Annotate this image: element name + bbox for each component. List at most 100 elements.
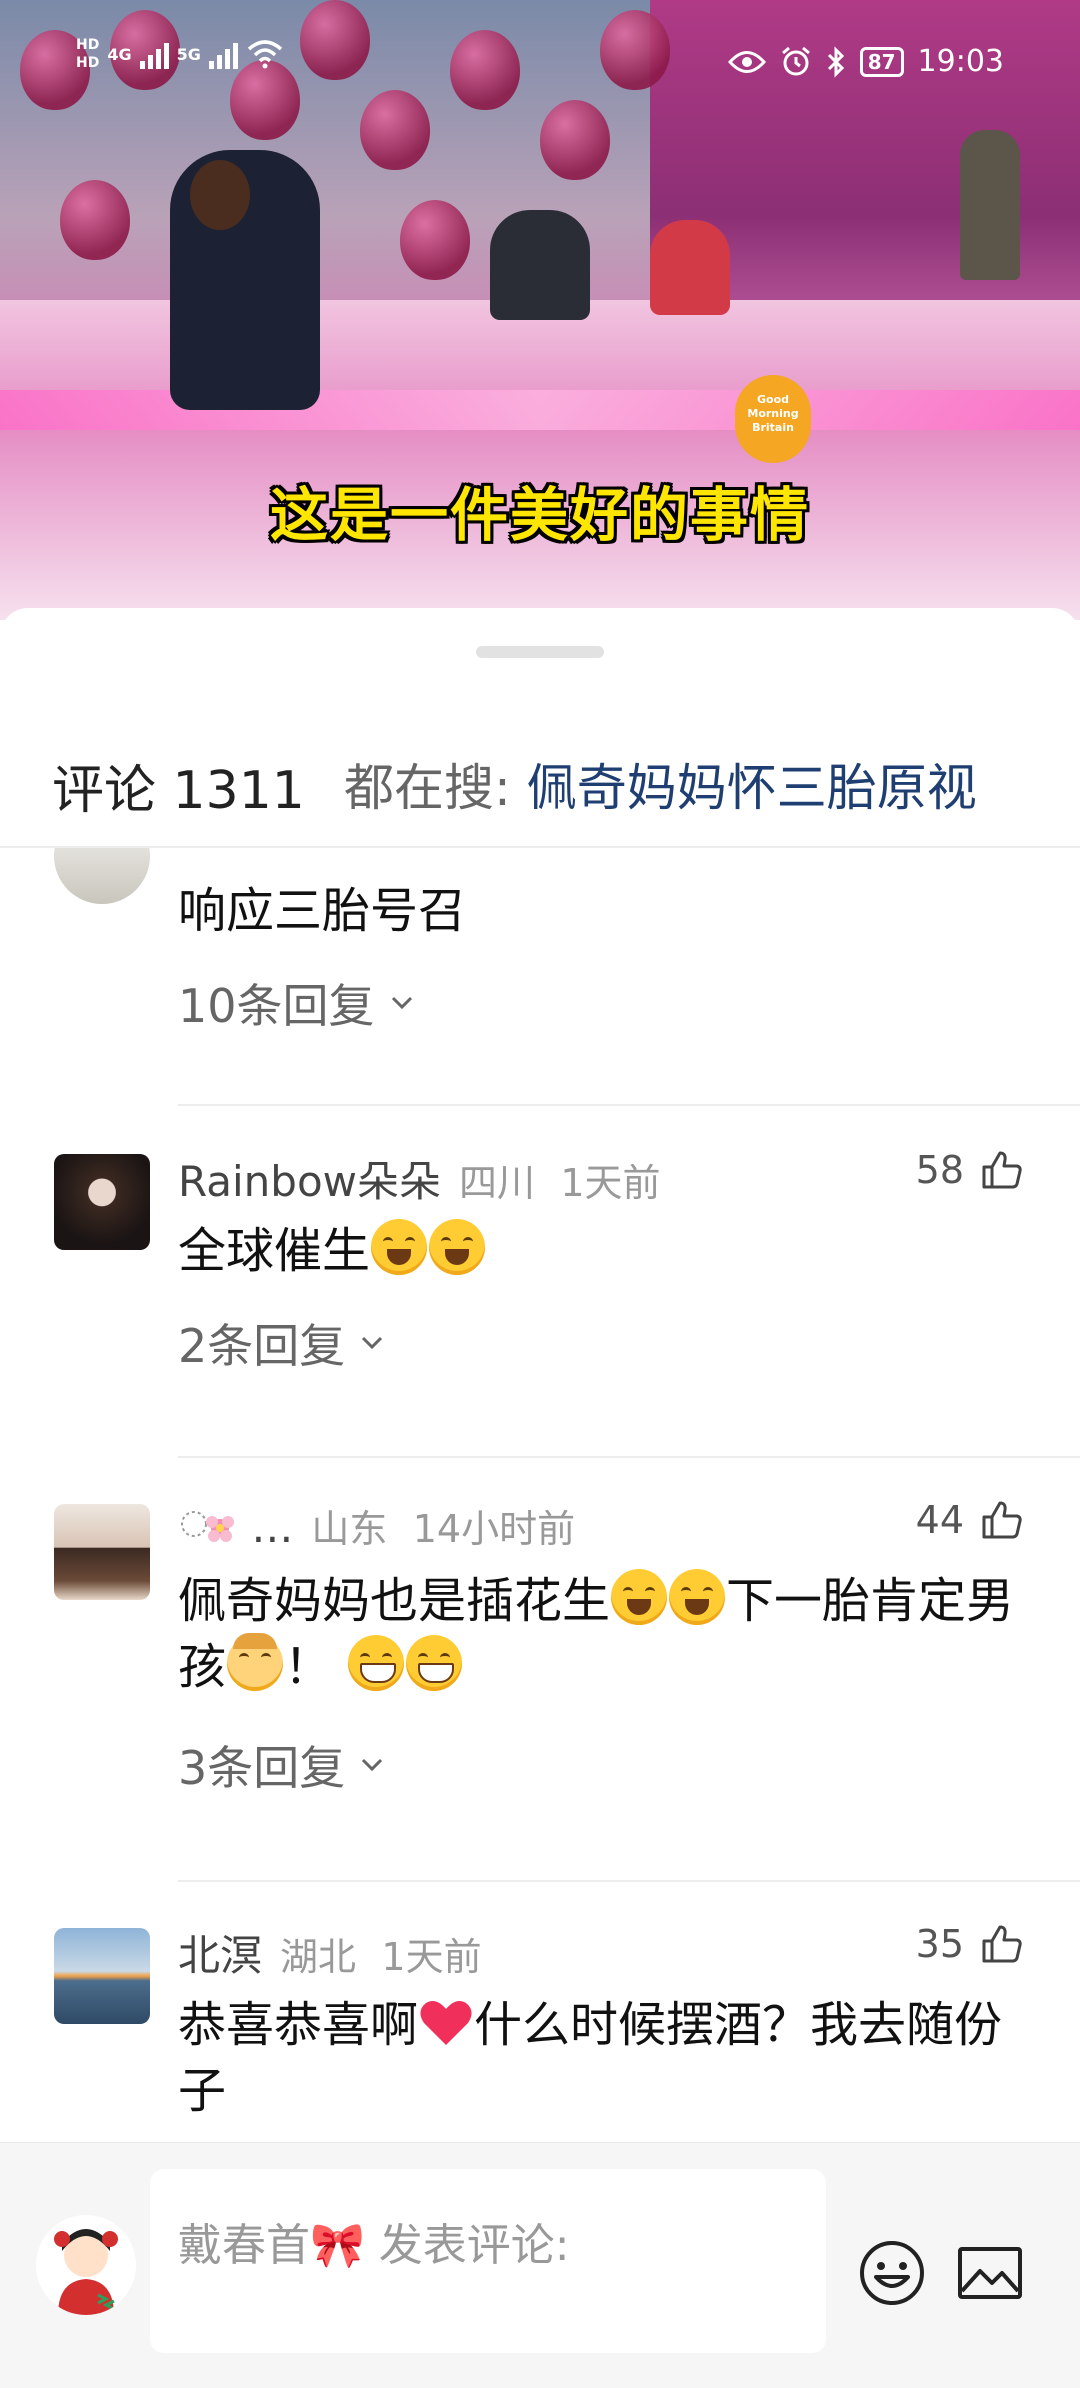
chevron-down-icon <box>362 1758 383 1772</box>
desk-light-stripe <box>0 390 1080 430</box>
like-count: 35 <box>915 1922 964 1966</box>
comment-composer-bar: 戴春首🎀 发表评论: <box>0 2142 1080 2388</box>
thumbs-up-icon <box>982 1151 1022 1189</box>
username[interactable]: Rainbow朵朵 <box>178 1157 441 1206</box>
like-button[interactable]: 35 <box>916 1922 1024 1966</box>
view-replies-button[interactable]: 10条回复 <box>178 970 415 1036</box>
replies-count: 2条回复 <box>178 1319 346 1373</box>
replies-count: 3条回复 <box>178 1741 346 1795</box>
balloon <box>400 200 470 280</box>
hot-search-link[interactable]: 都在搜: 佩奇妈妈怀三胎原视 <box>344 748 977 820</box>
comment-item: 响应三胎号召 10条回复 <box>0 848 1080 1098</box>
comment-item: Rainbow朵朵 四川 1天前 58 全球催生 2条回复 <box>0 1138 1080 1448</box>
avatar[interactable] <box>54 1504 150 1600</box>
comment-item: 北溟 湖北 1天前 35 恭喜恭喜啊 什么时候摆酒？我去随份子 <box>0 1912 1080 2142</box>
divider <box>178 1104 1080 1106</box>
avatar[interactable] <box>54 1928 150 2024</box>
status-right: 87 19:03 <box>727 44 1004 79</box>
username[interactable]: 北溟 <box>178 1931 262 1980</box>
signal-icon <box>208 39 238 69</box>
comment-meta: 北溟 湖北 1天前 <box>178 1922 482 1983</box>
timestamp: 14小时前 <box>412 1507 576 1551</box>
divider <box>178 1456 1080 1458</box>
like-button[interactable]: 58 <box>916 1148 1024 1192</box>
heart-emoji-icon <box>420 2001 472 2045</box>
video-subtitle: 这是一件美好的事情 <box>269 481 810 549</box>
battery-icon: 87 <box>859 46 904 77</box>
avatar[interactable] <box>54 848 150 904</box>
like-count: 58 <box>915 1148 964 1192</box>
comments-sheet: 评论 1311 都在搜: 佩奇妈妈怀三胎原视 响应三胎号召 10条回复 Rain… <box>0 608 1080 2388</box>
comment-list[interactable]: 响应三胎号召 10条回复 Rainbow朵朵 四川 1天前 58 全球催生 2条… <box>0 848 1080 2142</box>
show-logo: Good Morning Britain <box>735 375 811 463</box>
status-bar: HD HD 4G 5G 87 19:03 <box>0 0 1080 120</box>
replies-count: 10条回复 <box>178 979 375 1033</box>
view-replies-button[interactable]: 3条回复 <box>178 1732 385 1798</box>
comment-text: 佩奇妈妈也是插花生 下一胎肯定男孩！ <box>178 1568 1038 1700</box>
eye-icon <box>727 50 766 73</box>
show-logo-line: Good <box>756 393 790 406</box>
like-count: 44 <box>915 1498 964 1542</box>
laughing-crying-emoji-icon <box>611 1569 668 1625</box>
avatar[interactable] <box>54 1154 150 1250</box>
location: 山东 <box>311 1507 388 1551</box>
presenter-1-head <box>190 160 250 230</box>
laughing-crying-emoji-icon <box>371 1219 428 1275</box>
comment-text-part: 恭喜恭喜啊 <box>178 1997 419 2053</box>
comments-header: 评论 1311 都在搜: 佩奇妈妈怀三胎原视 <box>0 738 1080 842</box>
grinning-emoji-icon <box>348 1635 405 1691</box>
hd-label: HD <box>76 37 100 53</box>
chevron-down-icon <box>362 1336 383 1350</box>
image-icon[interactable] <box>954 2237 1026 2309</box>
status-left: HD HD 4G 5G <box>76 36 284 72</box>
wifi-icon <box>247 40 283 69</box>
chevron-down-icon <box>391 996 412 1010</box>
flower-sparkle-icon <box>181 1511 234 1542</box>
comment-meta: … 山东 14小时前 <box>178 1498 575 1553</box>
laughing-crying-emoji-icon <box>669 1569 726 1625</box>
grinning-emoji-icon <box>406 1635 463 1691</box>
comment-text: 响应三胎号召 <box>178 883 467 939</box>
timestamp: 1天前 <box>381 1935 482 1979</box>
presenter-3 <box>650 220 730 315</box>
boy-emoji-icon <box>227 1633 284 1691</box>
my-avatar[interactable] <box>36 2215 136 2315</box>
bluetooth-icon <box>827 45 844 78</box>
comment-text: 恭喜恭喜啊 什么时候摆酒？我去随份子 <box>178 1992 1038 2124</box>
comment-count: 评论 1311 <box>52 761 305 821</box>
studio-desk <box>0 300 1080 620</box>
comment-input-placeholder: 戴春首🎀 发表评论: <box>178 2220 570 2271</box>
presenter-2 <box>490 210 590 320</box>
divider <box>178 1880 1080 1882</box>
hd-indicator: HD HD <box>76 36 99 72</box>
network-type: 5G <box>176 44 201 64</box>
comment-text-part: 佩奇妈妈也是插花生 <box>178 1573 611 1629</box>
location: 湖北 <box>280 1935 357 1979</box>
network-type: 4G <box>107 44 132 64</box>
timestamp: 1天前 <box>560 1161 661 1205</box>
comment-item: … 山东 14小时前 44 佩奇妈妈也是插花生 下一胎肯定男孩！ 3条回复 <box>0 1488 1080 1868</box>
show-logo-line: Britain <box>752 421 794 434</box>
drag-handle[interactable] <box>476 646 604 658</box>
hot-search-query: 佩奇妈妈怀三胎原视 <box>526 759 977 817</box>
thumbs-up-icon <box>982 1501 1022 1539</box>
view-replies-button[interactable]: 2条回复 <box>178 1310 385 1376</box>
like-button[interactable]: 44 <box>916 1498 1024 1542</box>
balloon <box>60 180 130 260</box>
username[interactable]: … <box>251 1503 293 1552</box>
smiley-icon[interactable] <box>856 2237 928 2309</box>
avatar-illustration <box>36 2215 136 2315</box>
comment-input[interactable]: 戴春首🎀 发表评论: <box>150 2169 826 2353</box>
location: 四川 <box>459 1161 536 1205</box>
comment-text-part: 全球催生 <box>178 1223 371 1279</box>
clock: 19:03 <box>917 44 1004 79</box>
presenter-4 <box>960 130 1020 280</box>
show-logo-line: Morning <box>747 407 799 420</box>
hot-search-label: 都在搜: <box>344 759 527 817</box>
thumbs-up-icon <box>982 1925 1022 1963</box>
comment-meta: Rainbow朵朵 四川 1天前 <box>178 1148 661 1209</box>
laughing-crying-emoji-icon <box>429 1219 486 1275</box>
alarm-icon <box>781 46 810 75</box>
comment-text-part: ！ <box>284 1639 348 1695</box>
signal-icon <box>139 39 169 69</box>
